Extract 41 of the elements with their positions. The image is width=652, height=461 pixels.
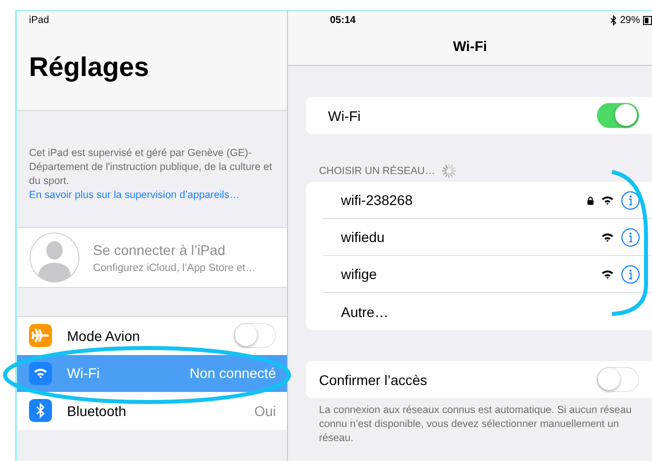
settings-value: Non connecté <box>190 365 276 382</box>
network-name: wifi-238268 <box>341 192 413 208</box>
info-icon[interactable] <box>621 228 640 246</box>
settings-row[interactable]: Mode Avion <box>17 317 287 354</box>
account-subtitle: Configurez iCloud, l’App Store et… <box>93 262 256 274</box>
footer-note: La connexion aux réseaux connus est automatique. Si aucun réseau connu n’est disponible, vous devez sélectionner manuellement un réseau. <box>319 404 632 446</box>
settings-label: Mode Avion <box>67 328 140 344</box>
battery-percent: 29% <box>620 14 640 26</box>
network-row[interactable]: wifiedu <box>323 219 652 256</box>
supervision-note: Cet iPad est supervisé et géré par Genève (GE)-Département de l'instruction publique, de la culture et du sport. En savoir plus sur la supervision d’appareils… <box>29 147 273 203</box>
account-title: Se connecter à l’iPad <box>93 242 226 258</box>
device-name: iPad <box>29 15 50 26</box>
settings-row[interactable]: Bluetooth Oui <box>17 392 287 430</box>
info-icon[interactable] <box>621 264 640 284</box>
avatar-icon <box>29 232 80 283</box>
battery-icon <box>643 14 652 26</box>
page-title: Réglages <box>29 52 150 83</box>
settings-value: Oui <box>254 402 276 419</box>
wifi-signal-icon <box>601 269 614 279</box>
info-icon[interactable] <box>621 190 640 210</box>
ask-to-join-label: Confirmer l’accès <box>319 372 428 388</box>
wifi-signal-icon <box>601 232 614 242</box>
network-row[interactable]: wifige <box>323 256 652 293</box>
network-name: wifiedu <box>341 229 385 245</box>
spinner-icon <box>441 163 458 179</box>
settings-label: Wi-Fi <box>67 365 100 382</box>
wifi-signal-icon <box>601 195 614 205</box>
status-time: 05:14 <box>330 14 356 26</box>
wifi-label: Wi-Fi <box>328 108 361 124</box>
network-row[interactable]: Autre… <box>323 293 652 330</box>
wifi-icon <box>29 362 52 385</box>
network-name: Autre… <box>341 304 388 320</box>
network-name: wifige <box>341 266 377 282</box>
settings-label: Bluetooth <box>67 402 126 419</box>
nav-title: Wi-Fi <box>452 38 488 54</box>
bluetooth-icon <box>610 14 617 26</box>
airplane-icon <box>29 324 52 348</box>
bluetooth-icon <box>29 399 52 422</box>
toggle-switch[interactable] <box>597 103 639 128</box>
section-header: CHOISIR UN RÉSEAU… <box>319 166 436 176</box>
network-row[interactable]: wifi-238268 <box>323 182 652 219</box>
